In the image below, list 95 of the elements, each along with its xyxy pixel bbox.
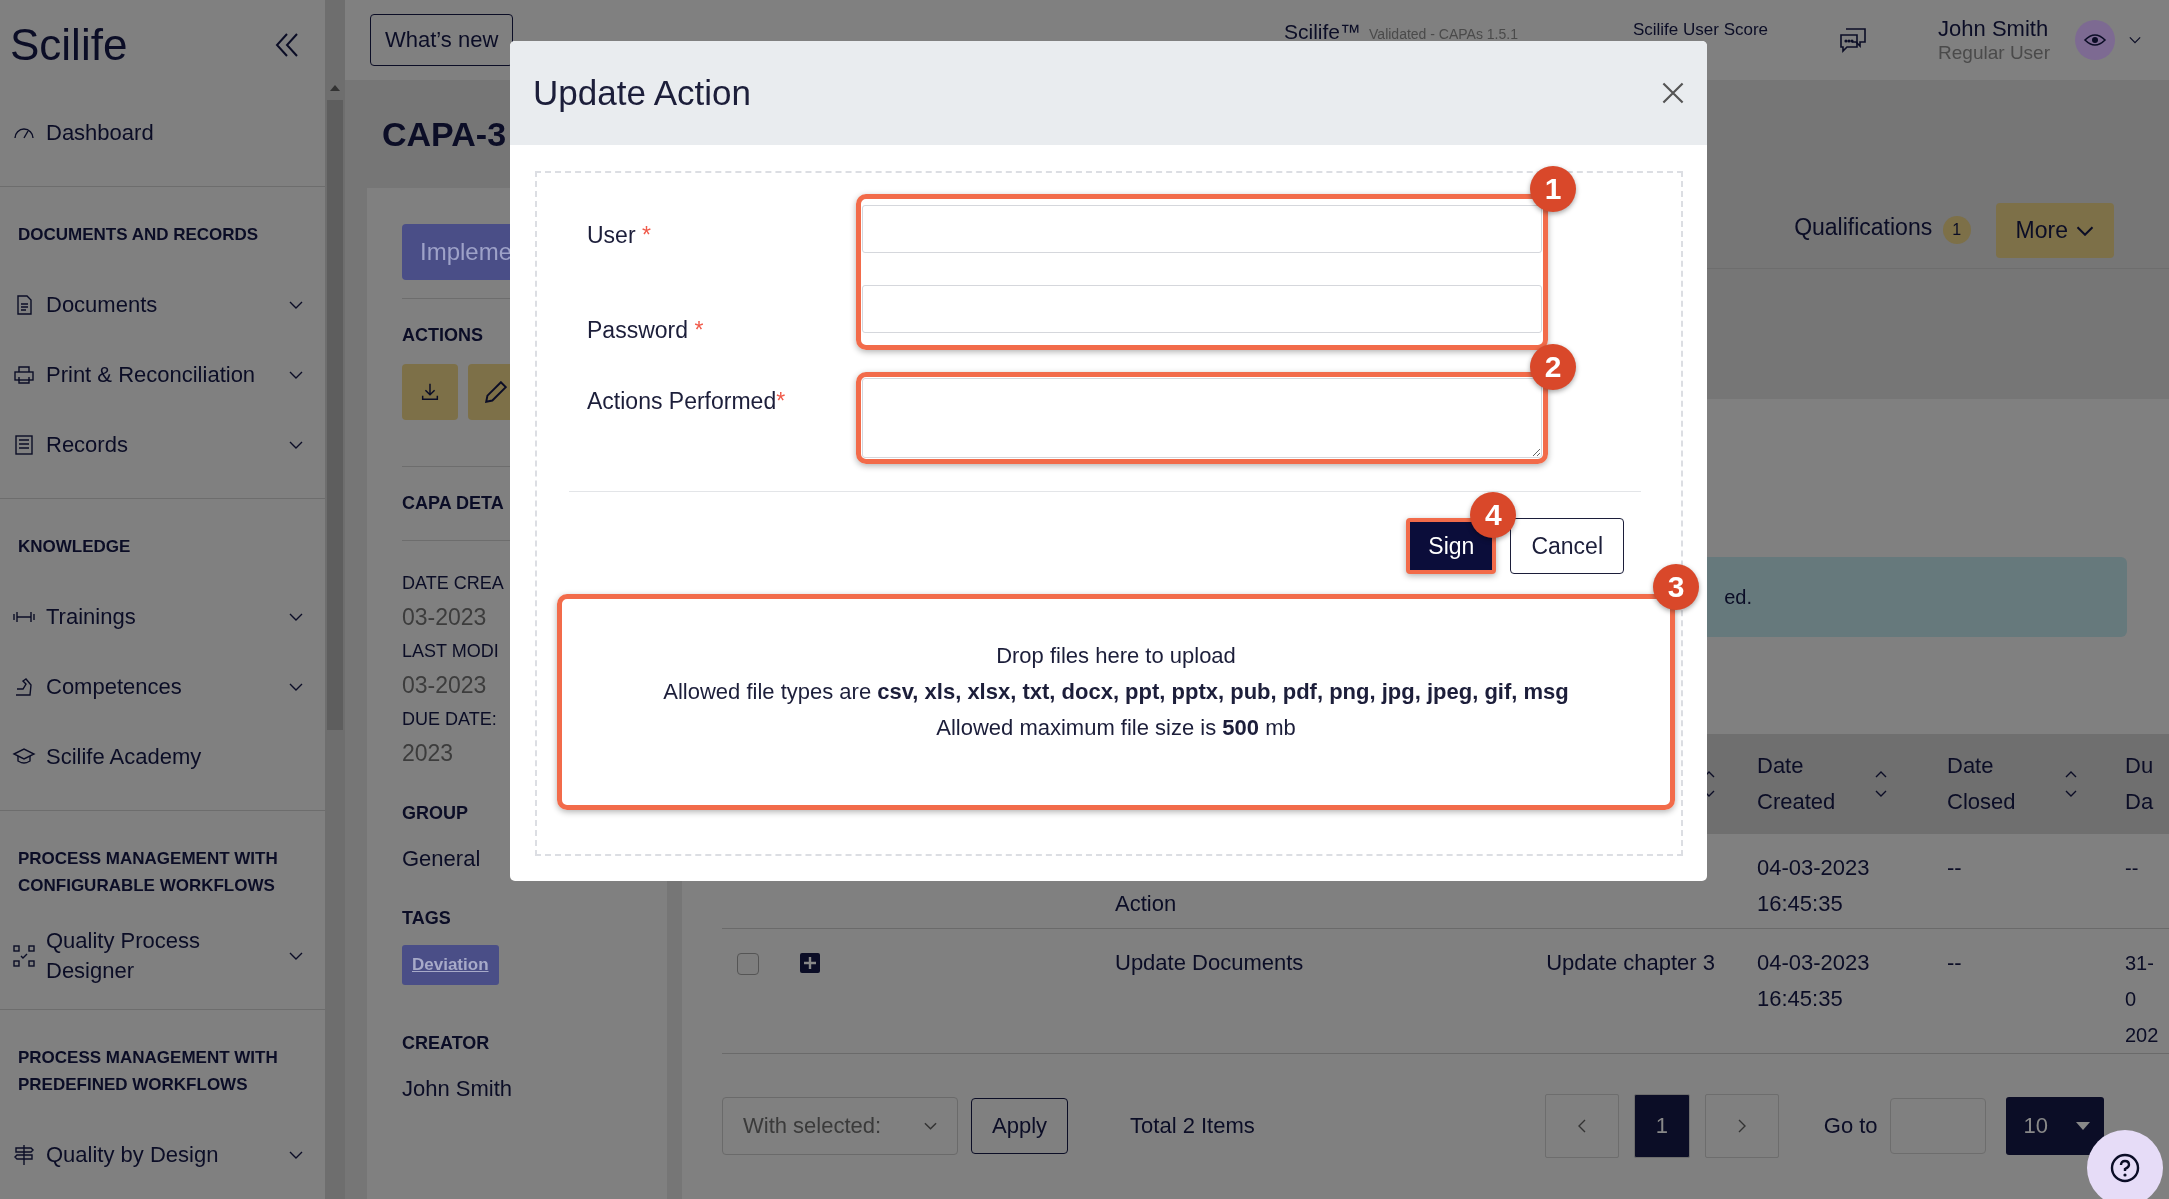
section-heading: KNOWLEDGE (17, 536, 132, 558)
table-cell-text: Action (1114, 890, 1178, 918)
table-cell-text: -- (1947, 949, 1963, 977)
download-button[interactable] (402, 364, 458, 420)
table-cell-text: -- (1947, 854, 1963, 882)
question-mark-icon (2110, 1153, 2140, 1183)
table-cell-text: 04-03-2023 16:45:35 (1757, 854, 1871, 918)
record-title: CAPA-3 (382, 114, 507, 154)
chevron-down-icon (289, 613, 303, 621)
callout-number: 4 (1470, 492, 1517, 538)
sidebar-item[interactable]: Trainings (0, 582, 325, 652)
page-button[interactable]: 1 (1633, 1094, 1690, 1158)
apply-button[interactable]: Apply (971, 1098, 1069, 1154)
max-size-text: Allowed maximum file size is 500 mb (936, 715, 1296, 741)
chevron-down-icon (289, 952, 303, 960)
page-size-select[interactable]: 10 (2005, 1097, 2104, 1155)
tag[interactable]: Deviation (402, 945, 499, 985)
callout-number: 3 (1653, 564, 1699, 610)
detail-value: 03-2023 (402, 604, 488, 631)
cancel-button[interactable]: Cancel (1510, 518, 1624, 574)
close-icon[interactable] (1661, 81, 1685, 105)
table-cell-text: Update chapter 3 (1546, 949, 1715, 977)
user-name: John Smith (1938, 16, 2050, 42)
column-header[interactable]: Date Closed (1947, 748, 2047, 820)
dialog-title: Update Action (533, 73, 751, 113)
table-cell-text: 04-03-2023 16:45:35 (1757, 949, 1871, 1013)
bulk-action-select[interactable]: With selected: (722, 1097, 958, 1155)
records-icon (12, 433, 36, 457)
detail-label: LAST MODI (402, 641, 500, 662)
section-heading: PROCESS MANAGEMENT WITH CONFIGURABLE WORKFLOWS (17, 848, 279, 897)
chevron-down-icon (2076, 225, 2094, 236)
allowed-types-text: Allowed file types are csv, xls, xlsx, txt, docx, ppt, pptx, pub, pdf, png, jpg, jpeg, gif, msg (663, 679, 1569, 705)
sidebar-item[interactable]: Print & Reconciliation (0, 340, 325, 410)
section-heading: DOCUMENTS AND RECORDS (17, 224, 260, 246)
chat-icon[interactable] (1838, 26, 1869, 54)
process-icon (12, 944, 36, 968)
caret-down-icon (2075, 1122, 2090, 1130)
field-label: Actions Performed* (587, 388, 787, 415)
section-heading: CREATOR (402, 1032, 490, 1055)
detail-value: 2023 (402, 740, 455, 767)
chevron-down-icon (289, 371, 303, 379)
printer-icon (12, 363, 36, 387)
more-button[interactable]: More (1995, 203, 2114, 258)
chevron-down-icon (289, 1151, 303, 1159)
user-score-label: Scilife User Score (1632, 20, 1769, 40)
chevron-right-icon (1737, 1119, 1746, 1133)
logo: Scilife (10, 20, 128, 70)
chevron-down-icon (289, 683, 303, 691)
scroll-up-icon[interactable] (330, 85, 340, 91)
row-checkbox[interactable] (737, 953, 759, 975)
section-heading: GROUP (402, 802, 468, 825)
avatar-icon[interactable] (2075, 20, 2115, 60)
column-header[interactable]: Du Da (2125, 748, 2155, 820)
sidebar-item[interactable]: Dashboard (0, 98, 325, 168)
expand-plus-icon[interactable] (800, 953, 820, 973)
callout-number: 2 (1530, 344, 1576, 390)
signpost-icon (12, 1143, 36, 1167)
section-heading: CAPA DETA (402, 492, 504, 515)
creator-name: John Smith (402, 1076, 513, 1102)
app-name: Scilife™ (1284, 20, 1362, 44)
input-field[interactable] (862, 285, 1542, 333)
total-items: Total 2 Items (1130, 1113, 1255, 1139)
section-heading: ACTIONS (402, 324, 483, 347)
sidebar-item[interactable]: Scilife Academy (0, 722, 325, 792)
sidebar-item[interactable]: Records (0, 410, 325, 480)
group-value: General (402, 846, 481, 872)
banner-text: ed. (1724, 585, 1752, 609)
scrollbar[interactable] (325, 0, 345, 1199)
column-header[interactable]: Date Created (1757, 748, 1857, 820)
sidebar-item[interactable]: Documents (0, 270, 325, 340)
chevron-left-icon (1577, 1119, 1586, 1133)
table-cell-text: Update Documents (1114, 949, 1305, 977)
go-to-label: Go to (1823, 1113, 1878, 1139)
sidebar-item[interactable]: Competences (0, 652, 325, 722)
table-cell-text: -- (2125, 856, 2140, 881)
field-label: Password * (587, 317, 705, 344)
chevron-down-icon (289, 441, 303, 449)
section-heading: TAGS (402, 907, 451, 930)
table-cell-text: 31-0 202 (2125, 951, 2160, 1048)
sidebar-item[interactable]: Quality by Design (0, 1120, 325, 1190)
input-field[interactable] (862, 205, 1542, 253)
detail-value: 03-2023 (402, 672, 488, 699)
chevron-down-icon (289, 301, 303, 309)
dropzone-text: Drop files here to upload (996, 643, 1236, 669)
chevron-down-icon[interactable] (2129, 36, 2141, 44)
pencil-icon (485, 381, 507, 403)
chevron-down-icon (924, 1122, 937, 1130)
callout-number: 1 (1530, 166, 1576, 212)
detail-label: DATE CREA (402, 573, 504, 594)
sidebar-item[interactable]: Quality Process Designer (0, 921, 325, 991)
field-label: User * (587, 222, 652, 249)
download-icon (419, 381, 441, 403)
section-heading: PROCESS MANAGEMENT WITH PREDEFINED WORKFLOWS (17, 1047, 279, 1096)
tab[interactable]: Qualifications 1 (1794, 204, 1971, 257)
detail-label: DUE DATE: (402, 709, 498, 730)
